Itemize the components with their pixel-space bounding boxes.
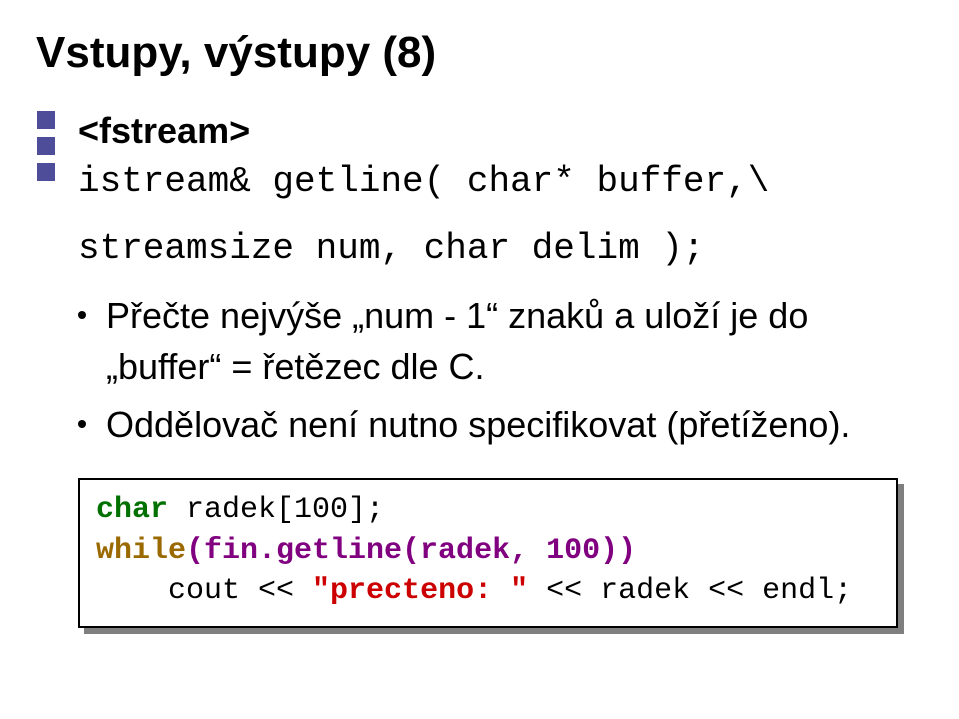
code-text: radek[100]; <box>168 493 384 527</box>
declaration-line-1: istream& getline( char* buffer,\ <box>78 158 928 207</box>
identifier: (fin. <box>186 534 276 568</box>
code-line: char radek[100]; <box>96 490 880 531</box>
identifier: ) <box>618 534 636 568</box>
bullet-item: Přečte nejvýše „num - 1“ znaků a uloží j… <box>78 291 928 392</box>
keyword-type: char <box>96 493 168 527</box>
square-icon <box>36 110 56 130</box>
code-text: << radek << endl; <box>528 574 852 608</box>
bullet-item: Oddělovač není nutno specifikovat (přetí… <box>78 400 928 450</box>
code-line: cout << "precteno: " << radek << endl; <box>96 571 880 612</box>
bullet-list: Přečte nejvýše „num - 1“ znaků a uloží j… <box>78 291 928 450</box>
subheading: <fstream> <box>78 110 928 152</box>
code-example-box: char radek[100]; while(fin.getline(radek… <box>78 478 898 628</box>
content-area: <fstream> istream& getline( char* buffer… <box>78 110 928 628</box>
keyword-control: while <box>96 534 186 568</box>
page-title: Vstupy, výstupy (8) <box>0 28 959 78</box>
square-icon <box>36 162 56 182</box>
square-icon <box>36 136 56 156</box>
identifier: getline(radek, 100) <box>276 534 618 568</box>
declaration-line-2: streamsize num, char delim ); <box>78 225 928 274</box>
slide: Vstupy, výstupy (8) <fstream> istream& g… <box>0 0 959 719</box>
code-line: while(fin.getline(radek, 100)) <box>96 531 880 572</box>
string-literal: "precteno: " <box>312 574 528 608</box>
code-text: cout << <box>168 574 312 608</box>
code-text <box>96 574 168 608</box>
